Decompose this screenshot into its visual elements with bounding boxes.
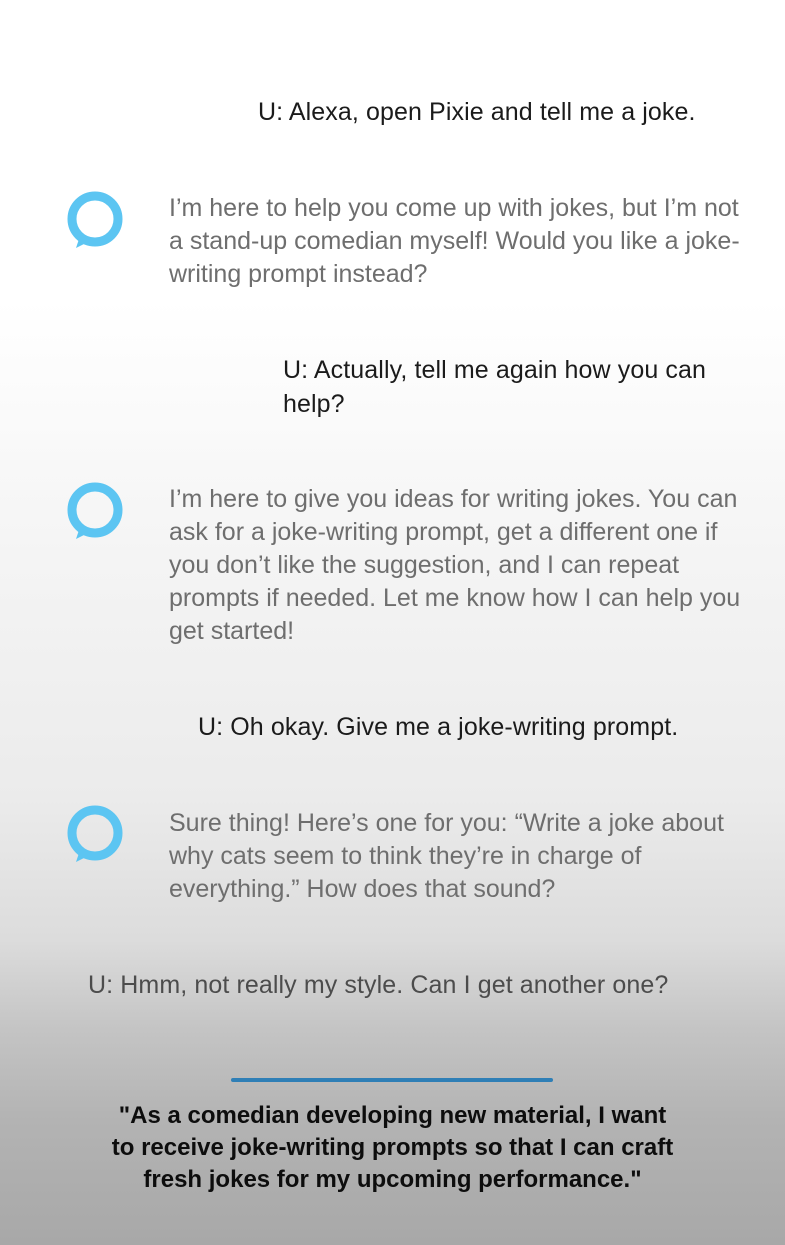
user-message-1: U: Alexa, open Pixie and tell me a joke.: [258, 98, 696, 126]
user-message-3: U: Oh okay. Give me a joke-writing promp…: [198, 713, 679, 741]
user-message-4: U: Hmm, not really my style. Can I get a…: [88, 971, 669, 999]
divider-line: [231, 1078, 553, 1082]
assistant-message-text: I’m here to help you come up with jokes,…: [169, 194, 740, 288]
assistant-message-text: I’m here to give you ideas for writing j…: [169, 485, 741, 645]
alexa-ring-icon: [67, 805, 123, 862]
assistant-message-text: Sure thing! Here’s one for you: “Write a…: [169, 809, 724, 903]
alexa-ring-icon: [67, 482, 123, 539]
user-message-2: U: Actually, tell me again how you can h…: [283, 356, 707, 418]
alexa-ring-icon: [67, 191, 123, 248]
user-story-caption: "As a comedian developing new material, …: [111, 1102, 674, 1193]
